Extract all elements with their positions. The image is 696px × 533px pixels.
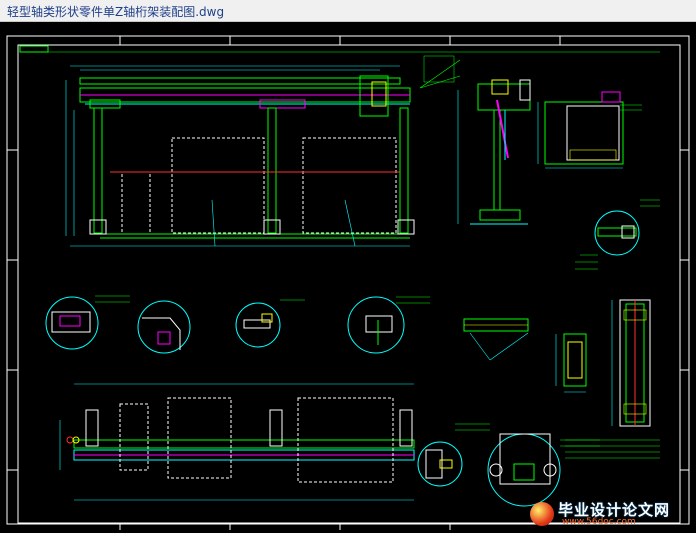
cad-drawing-svg [6,35,690,530]
watermark-logo-icon [530,502,554,526]
detail-circle-a [45,295,130,350]
side-elevation-view [457,79,531,225]
carriage-plan-view [611,299,651,427]
detail-circle-f [487,433,600,507]
detail-circle-d [347,296,430,354]
slider-part-view [555,333,587,393]
bill-of-materials-lines [565,439,660,459]
detail-circle-c [235,299,305,348]
bottom-elevation-view [59,383,415,501]
window-title-bar: 轻型轴类形状零件单Z轴桁架装配图.dwg [0,0,696,22]
detail-circle-e [417,423,490,487]
detail-circle-b [137,300,191,354]
end-section-view [537,91,642,169]
cad-drawing-canvas[interactable]: 毕业设计论文网 www.56doc.com [0,22,696,533]
rail-detail-view [463,318,529,361]
watermark-url: www.56doc.com [562,517,636,527]
front-elevation-view [65,55,461,247]
window-title: 轻型轴类形状零件单Z轴桁架装配图.dwg [7,5,225,19]
watermark: 毕业设计论文网 www.56doc.com [528,500,688,530]
detail-circle-right [575,199,660,270]
drawing-frame [6,35,690,530]
